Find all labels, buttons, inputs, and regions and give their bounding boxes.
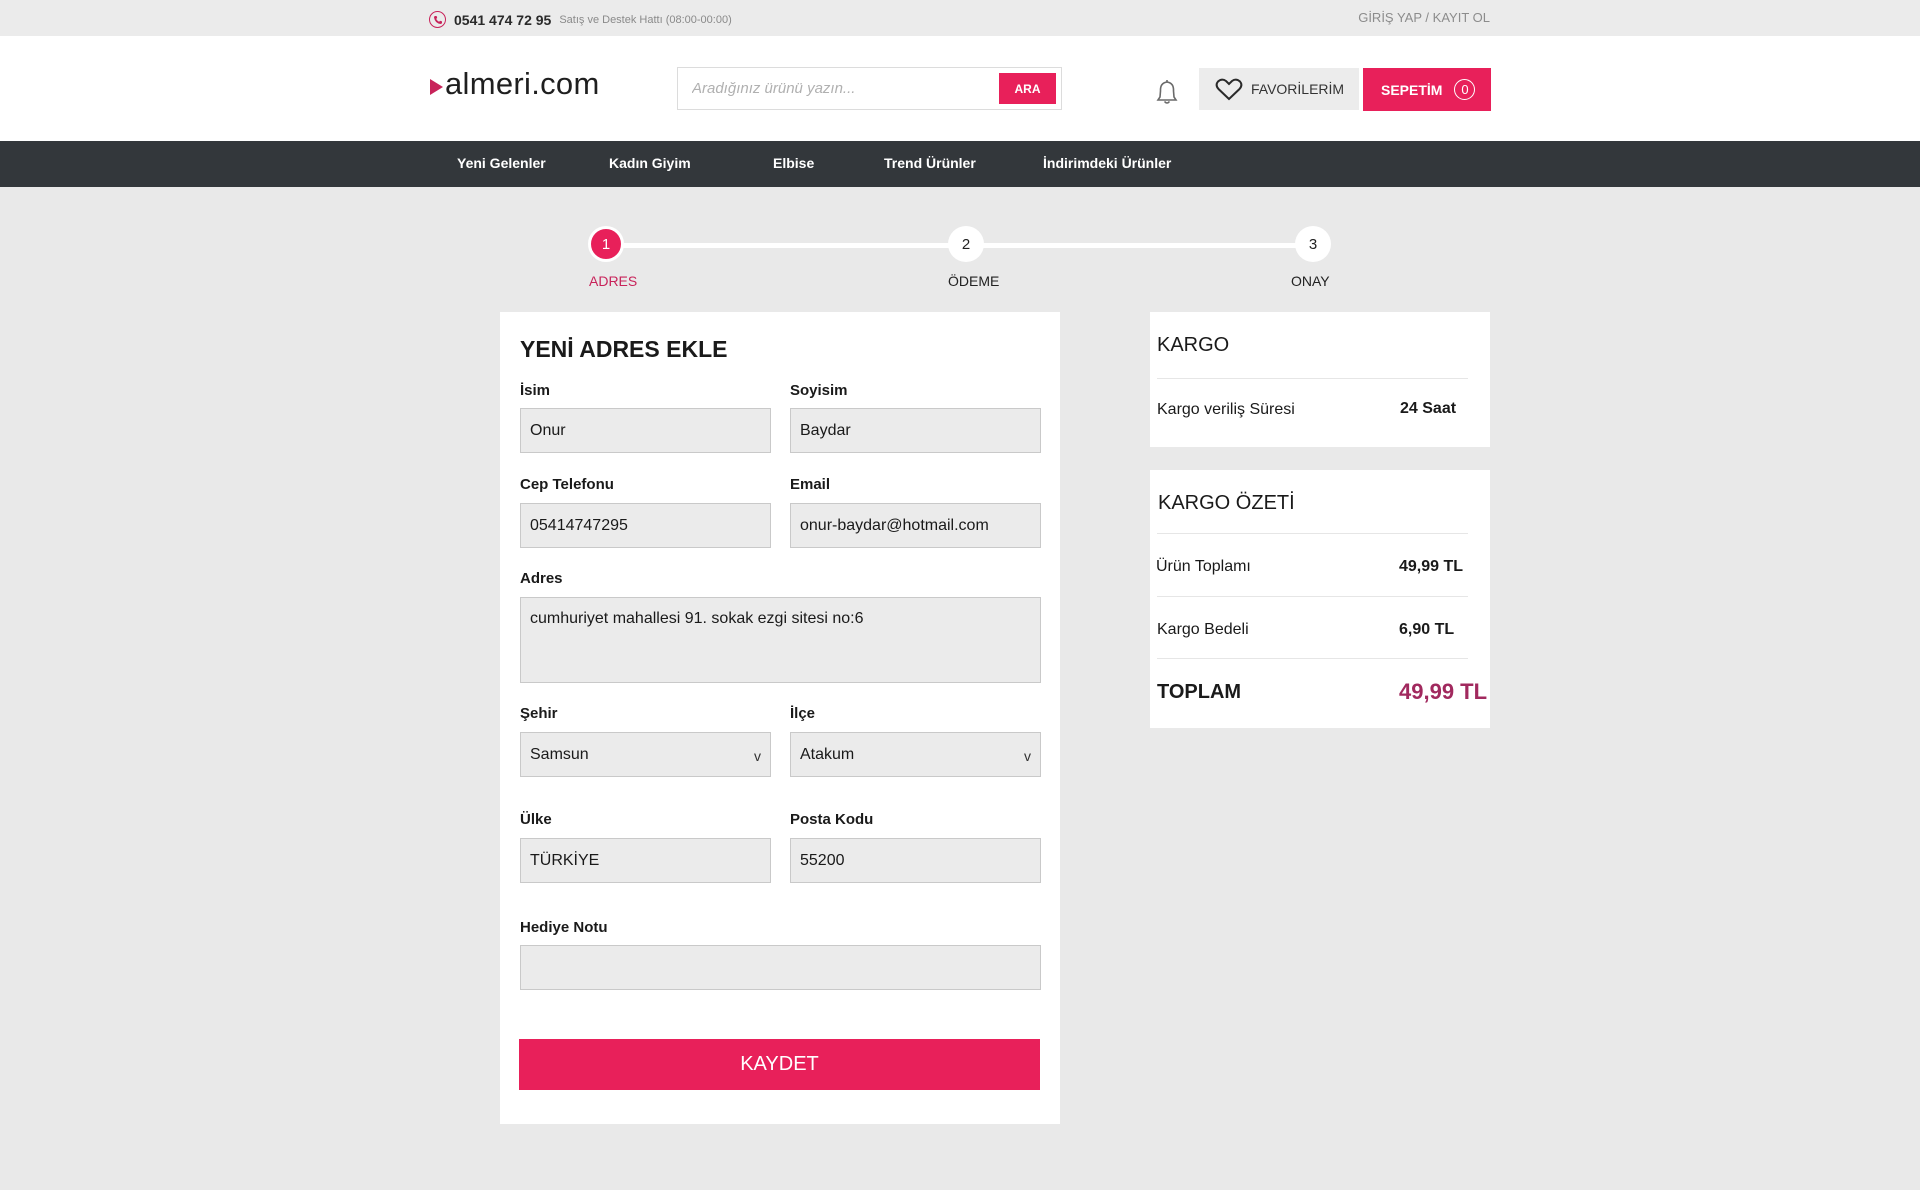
step-2-circle: 2 — [948, 226, 984, 262]
logo-play-icon — [430, 78, 443, 95]
gift-note-field[interactable] — [520, 945, 1041, 990]
site-logo[interactable]: almeri.com — [430, 66, 600, 102]
address-field[interactable]: cumhuriyet mahallesi 91. sokak ezgi site… — [520, 597, 1041, 683]
search-button[interactable]: ARA — [999, 73, 1056, 104]
support-hours: Satış ve Destek Hattı (08:00-00:00) — [559, 13, 732, 26]
site-header: almeri.com ARA FAVORİLERİM SEPETİM 0 — [0, 36, 1920, 141]
nav-item-trend-urunler[interactable]: Trend Ürünler — [884, 155, 976, 171]
login-link[interactable]: GİRİŞ YAP — [1358, 10, 1422, 25]
auth-links: GİRİŞ YAP / KAYIT OL — [1358, 10, 1490, 25]
subtotal-label: Ürün Toplamı — [1156, 558, 1251, 575]
nav-item-indirimdeki-urunler[interactable]: İndirimdeki Ürünler — [1043, 155, 1171, 171]
register-link[interactable]: KAYIT OL — [1433, 10, 1490, 25]
city-select[interactable]: Samsun v — [520, 732, 771, 777]
main-nav: Yeni Gelenler Kadın Giyim Elbise Trend Ü… — [0, 141, 1920, 187]
gift-note-label: Hediye Notu — [520, 919, 608, 936]
district-value: Atakum — [800, 745, 855, 763]
support-phone: 0541 474 72 95 Satış ve Destek Hattı (08… — [429, 11, 732, 28]
phone-field[interactable]: 05414747295 — [520, 503, 771, 548]
nav-item-kadin-giyim[interactable]: Kadın Giyim — [609, 155, 691, 171]
step-1-label: ADRES — [589, 273, 638, 289]
favorites-label: FAVORİLERİM — [1251, 81, 1345, 97]
divider — [1157, 533, 1468, 534]
chevron-down-icon: v — [1024, 748, 1031, 764]
search-input[interactable] — [678, 68, 998, 109]
shipping-summary-card: KARGO ÖZETİ Ürün Toplamı 49,99 TL Kargo … — [1150, 470, 1490, 728]
new-address-form: YENİ ADRES EKLE İsim Onur Soyisim Baydar… — [500, 312, 1060, 1124]
total-label: TOPLAM — [1157, 681, 1242, 703]
shipping-fee-label: Kargo Bedeli — [1157, 621, 1249, 638]
search-box: ARA — [677, 67, 1062, 110]
email-field[interactable]: onur-baydar@hotmail.com — [790, 503, 1041, 548]
divider — [1157, 378, 1468, 379]
notification-bell-icon[interactable] — [1155, 79, 1179, 105]
cart-label: SEPETİM — [1381, 81, 1443, 98]
chevron-down-icon: v — [754, 748, 761, 764]
auth-separator: / — [1425, 10, 1430, 25]
summary-title: KARGO ÖZETİ — [1158, 492, 1295, 514]
phone-label: Cep Telefonu — [520, 476, 614, 493]
step-2-label: ÖDEME — [948, 273, 1000, 289]
delivery-time-value: 24 Saat — [1400, 400, 1457, 417]
total-value: 49,99 TL — [1399, 679, 1488, 704]
country-label: Ülke — [520, 811, 552, 828]
postal-code-field[interactable]: 55200 — [790, 838, 1041, 883]
shipping-card: KARGO Kargo veriliş Süresi 24 Saat — [1150, 312, 1490, 447]
first-name-label: İsim — [520, 382, 551, 399]
favorites-button[interactable]: FAVORİLERİM — [1199, 68, 1359, 110]
step-1-circle: 1 — [588, 226, 624, 262]
district-label: İlçe — [790, 705, 816, 722]
city-value: Samsun — [530, 745, 589, 763]
district-select[interactable]: Atakum v — [790, 732, 1041, 777]
save-button[interactable]: KAYDET — [519, 1039, 1040, 1090]
logo-text: almeri.com — [445, 66, 600, 101]
step-3-label: ONAY — [1291, 273, 1330, 289]
last-name-field[interactable]: Baydar — [790, 408, 1041, 453]
nav-item-yeni-gelenler[interactable]: Yeni Gelenler — [457, 155, 546, 171]
city-label: Şehir — [520, 705, 558, 722]
phone-number: 0541 474 72 95 — [454, 11, 552, 28]
cart-count-badge: 0 — [1454, 79, 1476, 100]
shipping-title: KARGO — [1157, 334, 1230, 356]
top-utility-bar: 0541 474 72 95 Satış ve Destek Hattı (08… — [0, 0, 1920, 36]
nav-item-elbise[interactable]: Elbise — [773, 155, 814, 171]
first-name-field[interactable]: Onur — [520, 408, 771, 453]
email-label: Email — [790, 476, 831, 493]
address-label: Adres — [520, 570, 563, 587]
delivery-time-label: Kargo veriliş Süresi — [1157, 401, 1295, 418]
cart-button[interactable]: SEPETİM 0 — [1363, 68, 1491, 111]
shipping-fee-value: 6,90 TL — [1399, 621, 1455, 638]
last-name-label: Soyisim — [790, 382, 848, 399]
subtotal-value: 49,99 TL — [1399, 558, 1464, 575]
country-field[interactable]: TÜRKİYE — [520, 838, 771, 883]
divider — [1157, 658, 1468, 659]
phone-icon — [429, 11, 446, 28]
heart-icon — [1215, 78, 1243, 101]
divider — [1157, 596, 1468, 597]
form-title: YENİ ADRES EKLE — [520, 336, 728, 362]
step-3-circle: 3 — [1295, 226, 1331, 262]
postal-code-label: Posta Kodu — [790, 811, 874, 828]
